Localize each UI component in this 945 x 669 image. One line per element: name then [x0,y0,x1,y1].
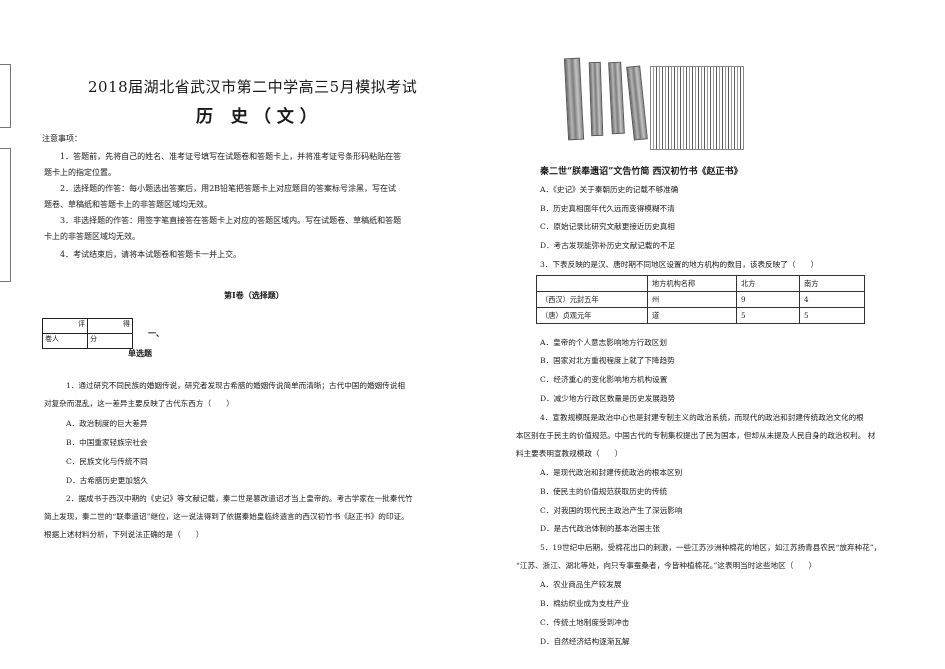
note-line: 卡上的非答题区域均无效。 [44,232,140,241]
image-caption: 秦二世“朕奉遗诏”文告竹简 西汉初竹书《赵正书》 [540,167,743,177]
table-header: 地方机构名称 [647,275,737,292]
option: D．自然经济结构逐渐瓦解 [540,637,630,646]
option: A．政治制度的巨大差异 [66,419,148,428]
option: C．原始记录比研究文献更接近历史真相 [540,222,675,231]
note-line: 4．考试结束后，请将本试题卷和答题卡一并上交。 [60,250,242,259]
score-table: 评 得 卷人 分 [42,318,133,349]
option: B．使民主的价值规范获取历史的传统 [540,487,668,496]
bamboo-slip-image [626,65,648,141]
question-1-line: 1．通过研究不同民族的婚姻传说，研究者发现古希腊的婚姻传说简单而清晰；古代中国的… [66,381,405,390]
question-1-line: 对复杂而混乱，这一差异主要反映了古代东西方（ ） [44,399,234,408]
table-cell: （唐）贞观元年 [536,307,648,324]
question-5-line: 5．19世纪中后期，受棉花出口的刺激，一些江苏沙洲种棉花的地区，如江苏扬青县农民… [540,543,882,552]
part-name: 单选题 [128,348,152,358]
question-3-text: 3．下表反映的是汉、唐时期不同地区设置的地方机构的数目，该表反映了（ ） [540,260,819,269]
score-cell: 卷人 [42,333,88,349]
table-cell: 州 [647,291,737,308]
option: D．减少地方行政区数量是历史发展趋势 [540,394,676,403]
data-table: 地方机构名称 北方 南方 （西汉）元封五年 州 9 4 （唐）贞观元年 道 5 … [536,275,865,324]
option: D．考古发现能弥补历史文献记载的不足 [540,241,676,250]
option: D．古希腊历史更加悠久 [66,476,149,485]
table-cell: 5 [736,307,800,324]
table-cell: （西汉）元封五年 [536,291,648,308]
question-4-line: 本区别在于民主的价值规范。中国古代的专制集权提出了民为国本，但却从未提及人民自身… [516,431,876,440]
option: A．是现代政治和封建传统政治的根本区别 [540,468,683,477]
option: C．民族文化与传统不同 [66,457,148,466]
note-line: 1．答题前，先将自己的姓名、准考证号填写在试题卷和答题卡上，并将准考证号条形码粘… [60,152,402,161]
part-number: 一、 [148,328,164,338]
table-cell: 5 [799,307,865,324]
question-5-line: “江苏、浙江、湖北等处，向只专事蚕桑者，今皆种植棉花。”这表明当时这些地区（ ） [516,561,817,570]
note-line: 题卷、草稿纸和答题卡上的非答题区域均无效。 [44,200,212,209]
table-header [536,275,648,292]
table-header: 北方 [736,275,800,292]
bamboo-slip-image [563,57,585,141]
table-header: 南方 [799,275,865,292]
table-cell: 9 [736,291,800,308]
bamboo-manuscript-image [650,66,744,150]
option: B．历史真相面年代久远而变得模糊不清 [540,204,675,213]
table-cell: 道 [647,307,737,324]
section-title: 第Ⅰ卷（选择题） [224,290,284,300]
notes-heading: 注意事项： [42,134,82,143]
option: B．棉纺织业成为支柱产业 [540,599,630,608]
question-2-line: 简上发现，秦二世的“联奉遗诏”继位，这一说法得到了依据秦始皇临终遗言的西汉初竹书… [44,512,409,521]
note-line: 题卡上的指定位置。 [44,168,116,177]
question-2-line: 根据上述材料分析，下列说法正确的是（ ） [44,530,204,539]
binding-bracket-bottom [0,148,11,282]
note-line: 2．选择题的作答：每小题选出答案后，用2B铅笔把答题卡上对应题目的答案标号涂黑，… [60,184,397,193]
bamboo-slip-image [588,61,604,137]
option: D．是古代政治体制的基本治国主张 [540,524,660,533]
option: C．经济重心的变化影响地方机构设置 [540,375,668,384]
exam-title: 2018届湖北省武汉市第二中学高三5月模拟考试 [88,78,418,96]
score-cell: 分 [87,333,133,349]
score-cell: 得 [87,318,133,334]
question-2-line: 2．据成书于西汉中期的《史记》等文献记载，秦二世是篡改遗诏才当上皇帝的。考古学家… [66,494,413,503]
option: A．皇帝的个人意志影响地方行政区划 [540,338,667,347]
question-4-line: 4．宣教规模既是政治中心也是封建专制主义的政治系统，而现代的政治和封建传统政治文… [540,413,864,422]
bamboo-slip-image [608,61,625,135]
option: C．对我国的现代民主政治产生了深远影响 [540,506,683,515]
option: B．国家对北方重视程度上就了下降趋势 [540,356,675,365]
table-cell: 4 [799,291,865,308]
binding-bracket-top [0,64,11,128]
option: B．中国重家轻族宗社会 [66,438,148,447]
option: C．传统土地制度受到冲击 [540,618,630,627]
subject-title: 历 史（文） [196,107,323,127]
option: A．《史记》关于秦朝历史的记载不够准确 [540,185,679,194]
option: A．农业商品生产较发展 [540,580,622,589]
note-line: 3．非选择题的作答：用签字笔直接答在答题卡上对应的答题区域内。写在试题卷、草稿纸… [60,216,402,225]
score-cell: 评 [42,318,88,334]
question-4-line: 料主要表明宣教规模政（ ） [516,449,623,458]
